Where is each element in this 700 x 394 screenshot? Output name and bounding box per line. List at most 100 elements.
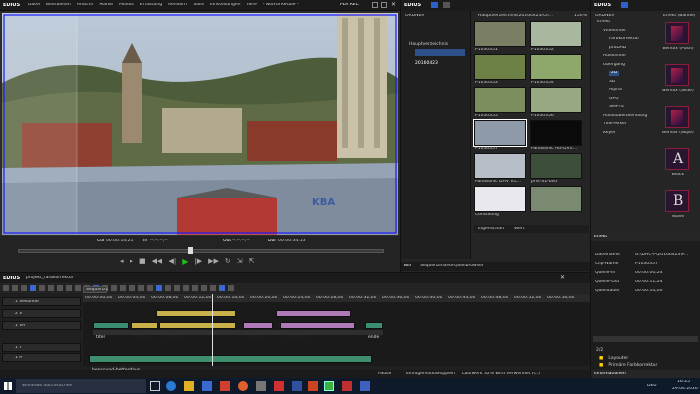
timeline-tool-icon[interactable] [174, 285, 180, 291]
clip-titel[interactable]: titel [93, 322, 129, 340]
clip-thumbnail[interactable]: P1030352 [530, 21, 582, 51]
clip-thumbnail[interactable]: P1030353 [474, 54, 526, 84]
folder-20160422[interactable]: 20160422 [415, 40, 465, 57]
app-icon-7[interactable] [274, 381, 284, 391]
sequence-tab[interactable]: Sequenz1 [83, 286, 108, 293]
timeline-tool-icon[interactable] [75, 285, 81, 291]
timeline-tool-icon[interactable] [201, 285, 207, 291]
clip-v2-p1030357[interactable]: P1030357 [156, 310, 236, 328]
timeline-tool-icon[interactable] [138, 285, 144, 291]
menu-item-4[interactable]: Modus [119, 3, 134, 8]
clip-thumbnail[interactable]: P1030354 [530, 54, 582, 84]
mail-icon[interactable] [220, 381, 230, 391]
timeline-tool-icon[interactable] [39, 285, 45, 291]
timeline-tool-icon[interactable] [147, 285, 153, 291]
tab-sequence-marker[interactable]: Sequenzmarke [420, 264, 454, 269]
clock-time[interactable]: 16:25 [677, 380, 690, 385]
timeline-tool-icon[interactable] [192, 285, 198, 291]
stop-icon[interactable]: ■ [139, 258, 146, 266]
clip-thumbnail[interactable] [530, 186, 582, 212]
task-view-icon[interactable] [150, 381, 160, 391]
bin-folder-icon[interactable] [431, 2, 438, 8]
clip-p1030357-b[interactable]: P1030357 [159, 322, 236, 340]
mode-badge[interactable]: PLR REC [340, 3, 359, 8]
clock-date[interactable]: 29.04.2016 [672, 387, 698, 392]
clip-prfk-b[interactable]: prfk-02-bild [280, 322, 355, 340]
clip-thumbnail[interactable]: prfk-02-bild [530, 153, 582, 183]
fx-thumbnail[interactable]: A Block [665, 148, 689, 177]
timeline-tool-icon[interactable] [183, 285, 189, 291]
taskbar-search[interactable]: Windows durchsuchen [16, 379, 146, 393]
tab-source-browser[interactable]: Quellbrowser [454, 264, 484, 269]
timeline-tool-icon[interactable] [165, 285, 171, 291]
timeline-tool-icon[interactable] [48, 285, 54, 291]
explorer-icon[interactable] [184, 381, 194, 391]
clip-audio-bensound[interactable]: bensound-betterdays [89, 355, 372, 373]
tab-effect[interactable]: Effekt [594, 235, 607, 240]
windows-start-icon[interactable] [4, 382, 12, 390]
timeline-tool-icon[interactable] [111, 285, 117, 291]
app-icon-9[interactable] [308, 381, 318, 391]
clip-ende[interactable]: ende [365, 322, 383, 340]
timeline-tool-icon[interactable] [120, 285, 126, 291]
close-icon[interactable]: ✕ [391, 2, 396, 8]
position-slider[interactable] [18, 247, 384, 254]
tab-bin[interactable]: Bin [404, 264, 411, 269]
timeline-tool-icon[interactable] [12, 285, 18, 291]
loop-icon[interactable]: ↻ [225, 258, 231, 266]
layer-primary-cc[interactable]: ■ Primäre Farbkorrektur [599, 351, 657, 370]
timeline-tool-icon[interactable] [156, 285, 162, 291]
overwrite-icon[interactable]: ⇱ [249, 258, 255, 266]
timeline-ruler[interactable]: 00:00:00;00 00:00:04;00 00:00:08;00 00:00:1… [83, 294, 590, 302]
language-indicator[interactable]: DEU [647, 384, 657, 389]
edius-taskbar-icon[interactable] [324, 381, 334, 391]
menu-item-1[interactable]: Bearbeiten [46, 3, 71, 8]
play-icon[interactable]: ▶ [182, 258, 188, 266]
timeline-tool-icon[interactable] [210, 285, 216, 291]
timeline-tool-icon[interactable] [66, 285, 72, 291]
tl-close-icon[interactable]: ✕ [560, 275, 565, 281]
insert-icon[interactable]: ⇲ [237, 258, 243, 266]
clip-thumbnail[interactable]: P1030355 [474, 87, 526, 117]
fast-forward-icon[interactable]: ▶▶ [208, 258, 219, 266]
minimize-icon[interactable] [372, 2, 378, 8]
timeline-tool-icon[interactable] [21, 285, 27, 291]
mark-in-icon[interactable]: ◂ [120, 258, 124, 266]
timeline-tool-icon[interactable] [57, 285, 63, 291]
fx-thumbnail[interactable]: Bendix (Push) [662, 22, 694, 51]
edge-icon[interactable] [166, 381, 176, 391]
maximize-icon[interactable] [381, 2, 387, 8]
menu-item-10[interactable]: - NotForResale - [263, 3, 299, 8]
clip-thumbnail[interactable]: Consulting [474, 186, 526, 216]
step-forward-icon[interactable]: |▶ [194, 258, 202, 266]
slider-handle[interactable] [188, 247, 193, 254]
playhead[interactable] [212, 294, 213, 366]
fx-folder-icon[interactable] [621, 2, 628, 8]
track-header[interactable]: 1 A [2, 353, 81, 362]
store-icon[interactable] [202, 381, 212, 391]
bin-search-icon[interactable] [443, 2, 450, 8]
clip-thumbnail[interactable]: Panasonic DHV V.L... [474, 153, 526, 183]
folder-20160423[interactable]: 20160423 [415, 49, 465, 66]
menu-item-3[interactable]: Marke [99, 3, 113, 8]
menu-item-2[interactable]: Ansicht [77, 3, 94, 8]
rewind-icon[interactable]: ◀◀ [152, 258, 163, 266]
clip-p1030-a[interactable]: P1030... [131, 322, 158, 340]
clip-thumbnail[interactable]: Panasonic AG-DVX... [530, 120, 582, 150]
tab-information[interactable]: Informationen [594, 372, 626, 377]
app-icon-8[interactable] [292, 381, 302, 391]
track-header[interactable]: 1 T [2, 343, 81, 352]
app-icon-12[interactable] [360, 381, 370, 391]
app-icon-6[interactable] [256, 381, 266, 391]
clip-thumbnail[interactable]: P1030351 [474, 21, 526, 51]
clip-prfk-a[interactable]: prfk-02... [243, 322, 273, 340]
menu-item-5[interactable]: Erfassung [140, 3, 162, 8]
fx-thumbnail[interactable]: B Wave [665, 190, 689, 219]
fx-thumbnail[interactable]: Bendix (Wipe) [662, 106, 694, 135]
bin-zoom[interactable]: 150% [574, 14, 587, 19]
timeline-tool-icon[interactable] [228, 285, 234, 291]
folder-root[interactable]: Hauptverzeichnis [409, 30, 469, 47]
clip-thumbnail[interactable]: P1030357 [473, 119, 527, 150]
menu-item-9[interactable]: Hilfe [247, 3, 257, 8]
track-header[interactable]: 1 VA [2, 321, 81, 330]
